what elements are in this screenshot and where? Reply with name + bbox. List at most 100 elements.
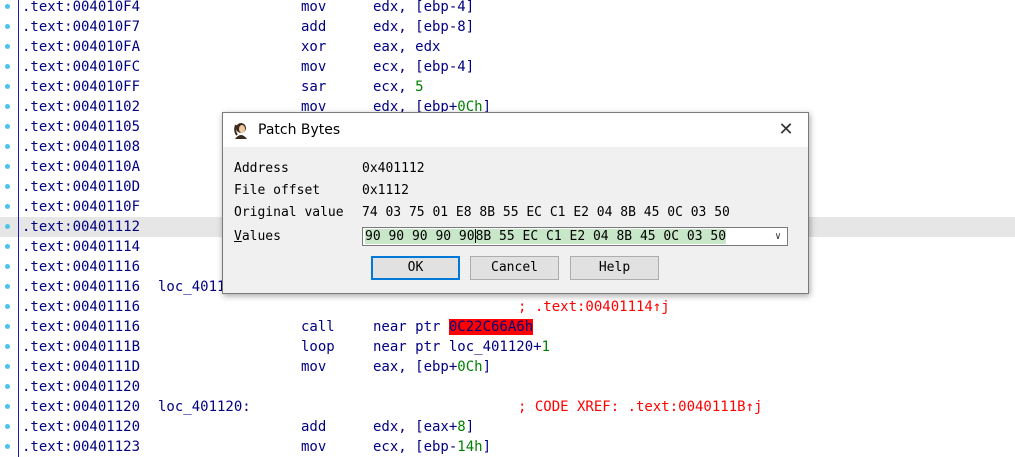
- flow-line: [18, 277, 19, 297]
- operand-text: eax, [ebp+: [373, 359, 458, 375]
- flow-line: [18, 377, 19, 397]
- flow-line: [18, 157, 19, 177]
- flow-line: [18, 37, 19, 57]
- breakpoint-dot-icon[interactable]: [5, 4, 10, 9]
- listing-row[interactable]: .text:004010FA xor eax, edx: [0, 37, 1015, 57]
- breakpoint-dot-icon[interactable]: [5, 304, 10, 309]
- values-input[interactable]: 90 90 90 90 908B 55 EC C1 E2 04 8B 45 0C…: [362, 227, 788, 246]
- listing-row[interactable]: .text:004010FC mov ecx, [ebp-4]: [0, 57, 1015, 77]
- breakpoint-dot-icon[interactable]: [5, 324, 10, 329]
- listing-row[interactable]: .text:004010FF sar ecx, 5: [0, 77, 1015, 97]
- row-address: .text:00401108: [22, 139, 141, 155]
- operand-text: ecx,: [373, 79, 416, 95]
- breakpoint-dot-icon[interactable]: [5, 144, 10, 149]
- flow-line: [18, 237, 19, 257]
- row-address: .text:004010F4: [22, 0, 141, 15]
- row-address: .text:00401116: [22, 299, 141, 315]
- breakpoint-dot-icon[interactable]: [5, 384, 10, 389]
- breakpoint-dot-icon[interactable]: [5, 84, 10, 89]
- row-address: .text:00401120: [22, 399, 141, 415]
- row-address: .text:00401114: [22, 239, 141, 255]
- flow-line: [18, 0, 19, 17]
- row-operands: near ptr 0C22C66A6h: [373, 317, 534, 337]
- ida-app-icon: [234, 123, 247, 139]
- highlighted-operand[interactable]: 0C22C66A6h: [448, 319, 534, 335]
- row-address: .text:00401116: [22, 319, 141, 335]
- row-mnemonic: sar: [301, 79, 327, 95]
- flow-line: [18, 397, 19, 417]
- operand-text: ecx, [ebp-4]: [373, 59, 475, 75]
- row-address: .text:004010FA: [22, 39, 141, 55]
- flow-line: [18, 197, 19, 217]
- chevron-down-icon[interactable]: ∨: [769, 228, 787, 245]
- row-mnemonic: xor: [301, 39, 327, 55]
- row-address: .text:0040110A: [22, 159, 141, 175]
- patch-bytes-dialog: Patch Bytes ✕ Address 0x401112 File offs…: [222, 112, 809, 294]
- dialog-title: Patch Bytes: [258, 122, 341, 138]
- operand-tail: ]: [482, 359, 492, 375]
- listing-row[interactable]: .text:00401120 loc_401120: ; CODE XREF: .t…: [0, 397, 1015, 417]
- dialog-titlebar[interactable]: Patch Bytes ✕: [223, 113, 808, 147]
- close-icon[interactable]: ✕: [776, 120, 796, 140]
- row-mnemonic: mov: [301, 439, 327, 455]
- breakpoint-dot-icon[interactable]: [5, 424, 10, 429]
- file-offset-label: File offset: [234, 183, 321, 198]
- row-address: .text:00401102: [22, 99, 141, 115]
- values-text[interactable]: 90 90 90 90 908B 55 EC C1 E2 04 8B 45 0C…: [365, 228, 727, 245]
- row-operands: edx, [ebp-4]: [373, 0, 474, 17]
- row-mnemonic: mov: [301, 59, 327, 75]
- operand-text: ecx, [ebp-: [373, 439, 458, 455]
- row-mnemonic: mov: [301, 0, 327, 15]
- flow-line: [18, 177, 19, 197]
- row-operands: ecx, [ebp-14h]: [373, 437, 491, 457]
- row-address: .text:00401105: [22, 119, 141, 135]
- flow-line: [18, 337, 19, 357]
- listing-row[interactable]: .text:00401120 add edx, [eax+8]: [0, 417, 1015, 437]
- row-mnemonic: call: [301, 319, 335, 335]
- breakpoint-dot-icon[interactable]: [5, 284, 10, 289]
- listing-row[interactable]: .text:00401123 mov ecx, [ebp-14h]: [0, 437, 1015, 457]
- values-selected-bytes: 90 90 90 90 90: [365, 229, 475, 244]
- breakpoint-dot-icon[interactable]: [5, 64, 10, 69]
- breakpoint-dot-icon[interactable]: [5, 244, 10, 249]
- flow-line: [18, 57, 19, 77]
- row-address: .text:004010FF: [22, 79, 141, 95]
- listing-row[interactable]: .text:0040111B loop near ptr loc_401120+1: [0, 337, 1015, 357]
- breakpoint-dot-icon[interactable]: [5, 164, 10, 169]
- breakpoint-dot-icon[interactable]: [5, 104, 10, 109]
- help-button[interactable]: Help: [570, 256, 659, 280]
- operand-number: 8: [457, 419, 466, 435]
- operand-text: near ptr: [373, 319, 449, 335]
- listing-row[interactable]: .text:004010F7 add edx, [ebp-8]: [0, 17, 1015, 37]
- flow-line: [18, 357, 19, 377]
- cancel-button[interactable]: Cancel: [470, 256, 559, 280]
- operand-number: 14h: [457, 439, 483, 455]
- listing-row[interactable]: .text:00401116 call near ptr 0C22C66A6h: [0, 317, 1015, 337]
- breakpoint-dot-icon[interactable]: [5, 264, 10, 269]
- flow-line: [18, 317, 19, 337]
- breakpoint-dot-icon[interactable]: [5, 224, 10, 229]
- breakpoint-dot-icon[interactable]: [5, 184, 10, 189]
- breakpoint-dot-icon[interactable]: [5, 204, 10, 209]
- row-address: .text:0040110D: [22, 179, 141, 195]
- breakpoint-dot-icon[interactable]: [5, 124, 10, 129]
- listing-row[interactable]: .text:00401116 ; .text:00401114↑j: [0, 297, 1015, 317]
- breakpoint-dot-icon[interactable]: [5, 404, 10, 409]
- breakpoint-dot-icon[interactable]: [5, 24, 10, 29]
- ok-button[interactable]: OK: [371, 256, 460, 280]
- operand-text: edx, [eax+: [373, 419, 458, 435]
- listing-row[interactable]: .text:0040111D mov eax, [ebp+0Ch]: [0, 357, 1015, 377]
- file-offset-value: 0x1112: [362, 183, 409, 198]
- row-address: .text:0040111D: [22, 359, 141, 375]
- flow-line: [18, 117, 19, 137]
- listing-row[interactable]: .text:00401120: [0, 377, 1015, 397]
- row-operands: near ptr loc_401120+1: [373, 337, 550, 357]
- operand-number: 1: [541, 339, 551, 355]
- row-operands: edx, [ebp-8]: [373, 17, 474, 37]
- breakpoint-dot-icon[interactable]: [5, 44, 10, 49]
- breakpoint-dot-icon[interactable]: [5, 344, 10, 349]
- original-value-label: Original value: [234, 205, 344, 220]
- breakpoint-dot-icon[interactable]: [5, 364, 10, 369]
- operand-tail: ]: [482, 439, 492, 455]
- listing-row[interactable]: .text:004010F4 mov edx, [ebp-4]: [0, 0, 1015, 17]
